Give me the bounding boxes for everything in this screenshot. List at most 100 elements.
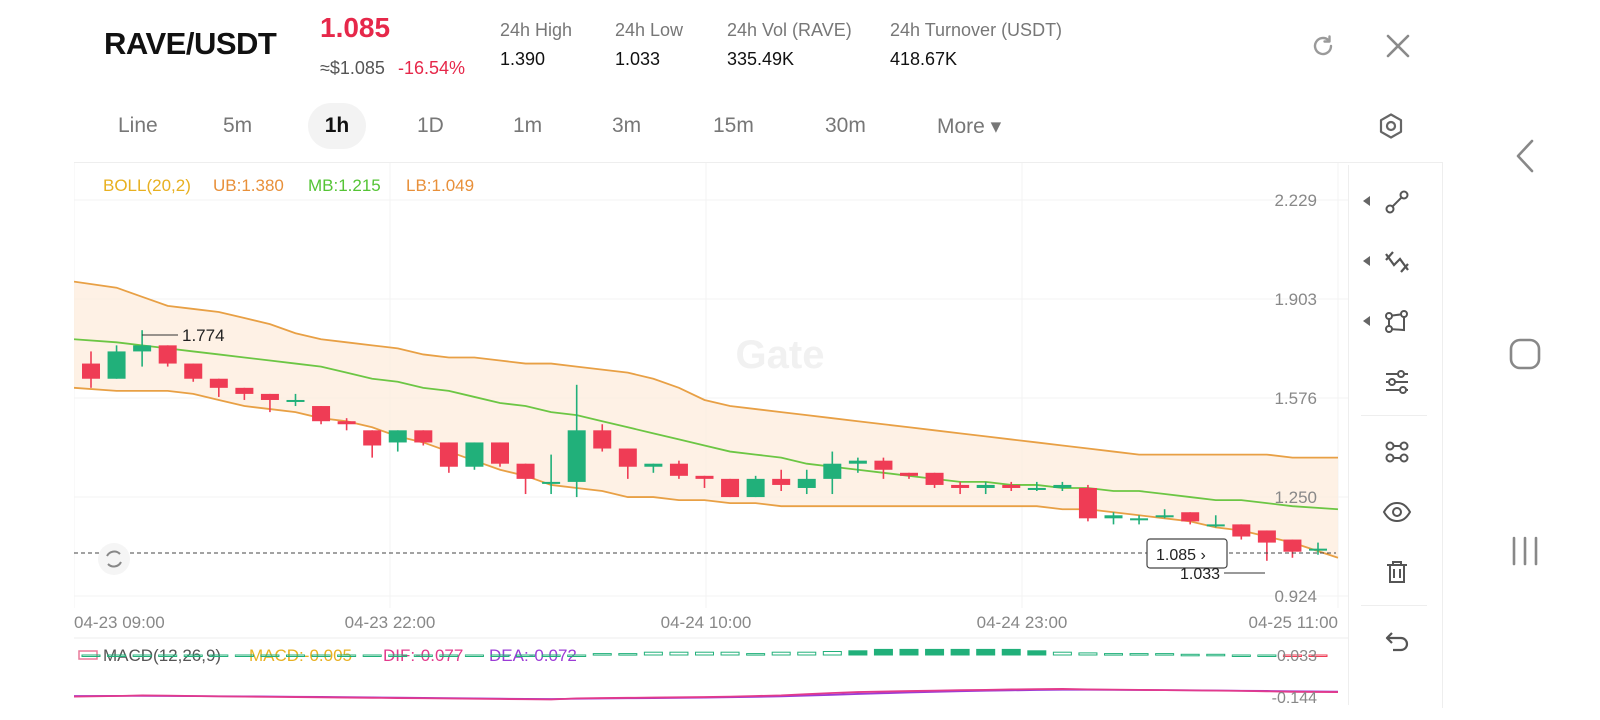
stat-high: 24h High 1.390 (500, 20, 572, 70)
tab-5m[interactable]: 5m (209, 103, 266, 149)
candle-body (184, 363, 203, 379)
tab-30m[interactable]: 30m (811, 103, 880, 149)
close-icon (1386, 34, 1410, 58)
undo-tool[interactable] (1369, 619, 1425, 663)
candle-body (414, 430, 433, 443)
stat-low: 24h Low 1.033 (615, 20, 683, 70)
macd-histogram-bar (464, 654, 484, 657)
candle-body (1027, 487, 1046, 490)
home-square-icon (1509, 338, 1541, 370)
tab-3m[interactable]: 3m (598, 103, 655, 149)
tab-1m[interactable]: 1m (499, 103, 556, 149)
stat-label: 24h Turnover (USDT) (890, 20, 1063, 40)
boll-lower-value: LB:1.049 (406, 176, 474, 195)
delete-tool[interactable] (1369, 550, 1425, 594)
candle-body (491, 442, 509, 464)
candle-body (951, 484, 970, 488)
refresh-button[interactable] (1302, 25, 1344, 67)
time-axis-tick: 04-24 23:00 (977, 613, 1068, 632)
macd-histogram-bar (976, 648, 996, 656)
macd-histogram-bar (695, 651, 714, 656)
visibility-tool[interactable] (1369, 490, 1425, 534)
macd-histogram-bar (797, 651, 817, 656)
macd-axis-tick: -0.144 (1272, 690, 1317, 707)
candle-body (158, 345, 177, 364)
macd-histogram-bar (1180, 653, 1200, 657)
system-back-button[interactable] (1490, 135, 1560, 177)
candle-body (107, 351, 126, 379)
macd-histogram-bar (362, 654, 382, 657)
macd-histogram-bar (1001, 648, 1021, 656)
candle-body (1078, 487, 1097, 519)
macd-histogram-bar (899, 648, 919, 656)
candle-body (439, 442, 458, 467)
macd-histogram-bar (720, 651, 740, 656)
current-price-tag[interactable]: 1.085 › (1146, 538, 1228, 569)
candle-body (823, 463, 842, 479)
reset-view-button[interactable] (98, 543, 130, 575)
candle-body (1181, 512, 1200, 522)
templates-icon (1385, 441, 1409, 463)
candle-body (848, 460, 867, 464)
candle-body (669, 463, 688, 476)
drawing-toolbar (1348, 165, 1441, 705)
tab-15m[interactable]: 15m (699, 103, 768, 149)
dif-line (74, 688, 1339, 701)
boll-middle-value: MB:1.215 (308, 176, 381, 195)
tab-line[interactable]: Line (104, 103, 172, 149)
candle-body (695, 475, 714, 479)
candle-body (363, 430, 382, 446)
macd-histogram-bar (950, 648, 970, 656)
shape-tool[interactable] (1363, 300, 1425, 344)
current-price-tag-label: 1.085 › (1156, 547, 1206, 564)
candle-body (797, 478, 816, 488)
candle-body (644, 463, 663, 467)
macd-histogram-bar (618, 653, 638, 656)
tab-1h[interactable]: 1h (308, 103, 366, 149)
close-button[interactable] (1377, 25, 1419, 67)
macd-histogram-bar (1027, 650, 1047, 656)
candle-body (567, 430, 586, 482)
candle-body (721, 478, 740, 498)
candle-body (1206, 524, 1225, 527)
macd-histogram-bar (669, 651, 689, 656)
trendline-icon (1385, 190, 1409, 214)
candlestick-chart[interactable]: BOLL(20,2) UB:1.380 MB:1.215 LB:1.049 Ga… (74, 163, 1348, 708)
macd-histogram-bar (822, 651, 842, 656)
ticker-header: RAVE/USDT 1.085 ≈$1.085 -16.54% 24h High… (0, 0, 1600, 95)
candle-body (133, 345, 152, 352)
system-home-button[interactable] (1490, 333, 1560, 375)
recents-icon (1512, 536, 1538, 566)
indicator-settings-tool[interactable] (1369, 360, 1425, 404)
candle-body (1155, 515, 1174, 518)
macd-histogram-bar (1155, 653, 1175, 656)
stat-value: 335.49K (727, 49, 795, 69)
tab-1d[interactable]: 1D (403, 103, 458, 149)
candle-body (1104, 515, 1123, 519)
candle-body (209, 378, 228, 388)
trading-pair: RAVE/USDT (104, 26, 277, 61)
system-recents-button[interactable] (1490, 530, 1560, 572)
undo-icon (1385, 632, 1409, 652)
candle-body (337, 421, 356, 425)
tab-more[interactable]: More ▾ (923, 103, 1015, 149)
refresh-icon (1313, 35, 1333, 56)
expand-caret-icon (1363, 256, 1370, 266)
candle-body (388, 430, 407, 443)
candle-body (1232, 524, 1251, 537)
stat-label: 24h High (500, 20, 573, 40)
candle-body (593, 430, 612, 449)
trendline-tool[interactable] (1363, 180, 1425, 224)
toolbar-divider (1361, 415, 1427, 416)
zigzag-tool[interactable] (1363, 240, 1425, 284)
macd-histogram-bar (771, 651, 791, 656)
stat-volume: 24h Vol (RAVE) 335.49K (727, 20, 852, 70)
chart-settings-button[interactable] (1372, 107, 1410, 145)
templates-tool[interactable] (1369, 430, 1425, 474)
candle-body (312, 406, 331, 422)
chart-area[interactable]: BOLL(20,2) UB:1.380 MB:1.215 LB:1.049 Ga… (74, 162, 1443, 708)
price-change: -16.54% (398, 58, 466, 78)
toolbar-divider (1361, 605, 1427, 606)
candle-body (772, 478, 791, 485)
boll-label: BOLL(20,2) (103, 176, 191, 195)
